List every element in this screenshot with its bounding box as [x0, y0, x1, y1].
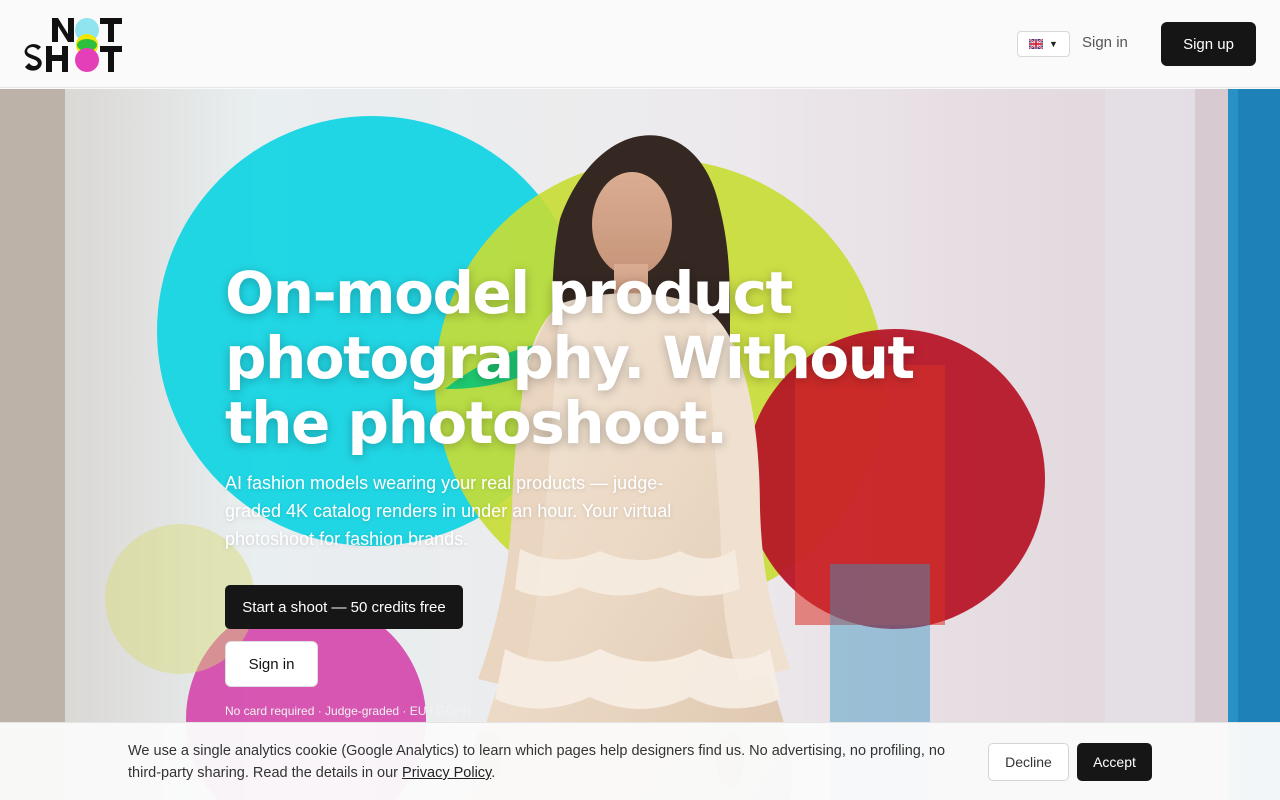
hero-section: On-model product photography. Without th… [0, 89, 1280, 800]
chevron-down-icon: ▼ [1049, 39, 1058, 49]
cookie-decline-button[interactable]: Decline [988, 743, 1069, 781]
privacy-policy-link[interactable]: Privacy Policy [402, 765, 491, 781]
hero-signin-button[interactable]: Sign in [225, 641, 318, 687]
uk-flag-icon [1029, 39, 1044, 49]
hero-title-line-1: On-model product [225, 259, 793, 327]
cookie-banner: We use a single analytics cookie (Google… [0, 722, 1280, 800]
cookie-message-text: We use a single analytics cookie (Google… [128, 743, 946, 781]
header-signin-link[interactable]: Sign in [1082, 34, 1128, 51]
hero-title: On-model product photography. Without th… [225, 259, 915, 457]
hero-title-line-2: photography. Without [225, 324, 915, 392]
hero-fineprint: No card required · Judge-graded · EU / G… [225, 704, 472, 718]
cookie-accept-button[interactable]: Accept [1077, 743, 1152, 781]
header-signup-button[interactable]: Sign up [1161, 22, 1256, 66]
language-select[interactable]: ▼ [1017, 31, 1070, 57]
hero-subtitle: AI fashion models wearing your real prod… [225, 473, 672, 549]
cookie-message: We use a single analytics cookie (Google… [128, 740, 968, 784]
cookie-message-end: . [491, 765, 496, 781]
site-header: ▼ Sign in Sign up [0, 0, 1280, 88]
hero-title-line-3: the photoshoot. [225, 389, 728, 457]
notshot-logo[interactable] [24, 16, 124, 74]
logo-mark [24, 18, 122, 72]
start-shoot-button[interactable]: Start a shoot — 50 credits free [225, 585, 463, 629]
